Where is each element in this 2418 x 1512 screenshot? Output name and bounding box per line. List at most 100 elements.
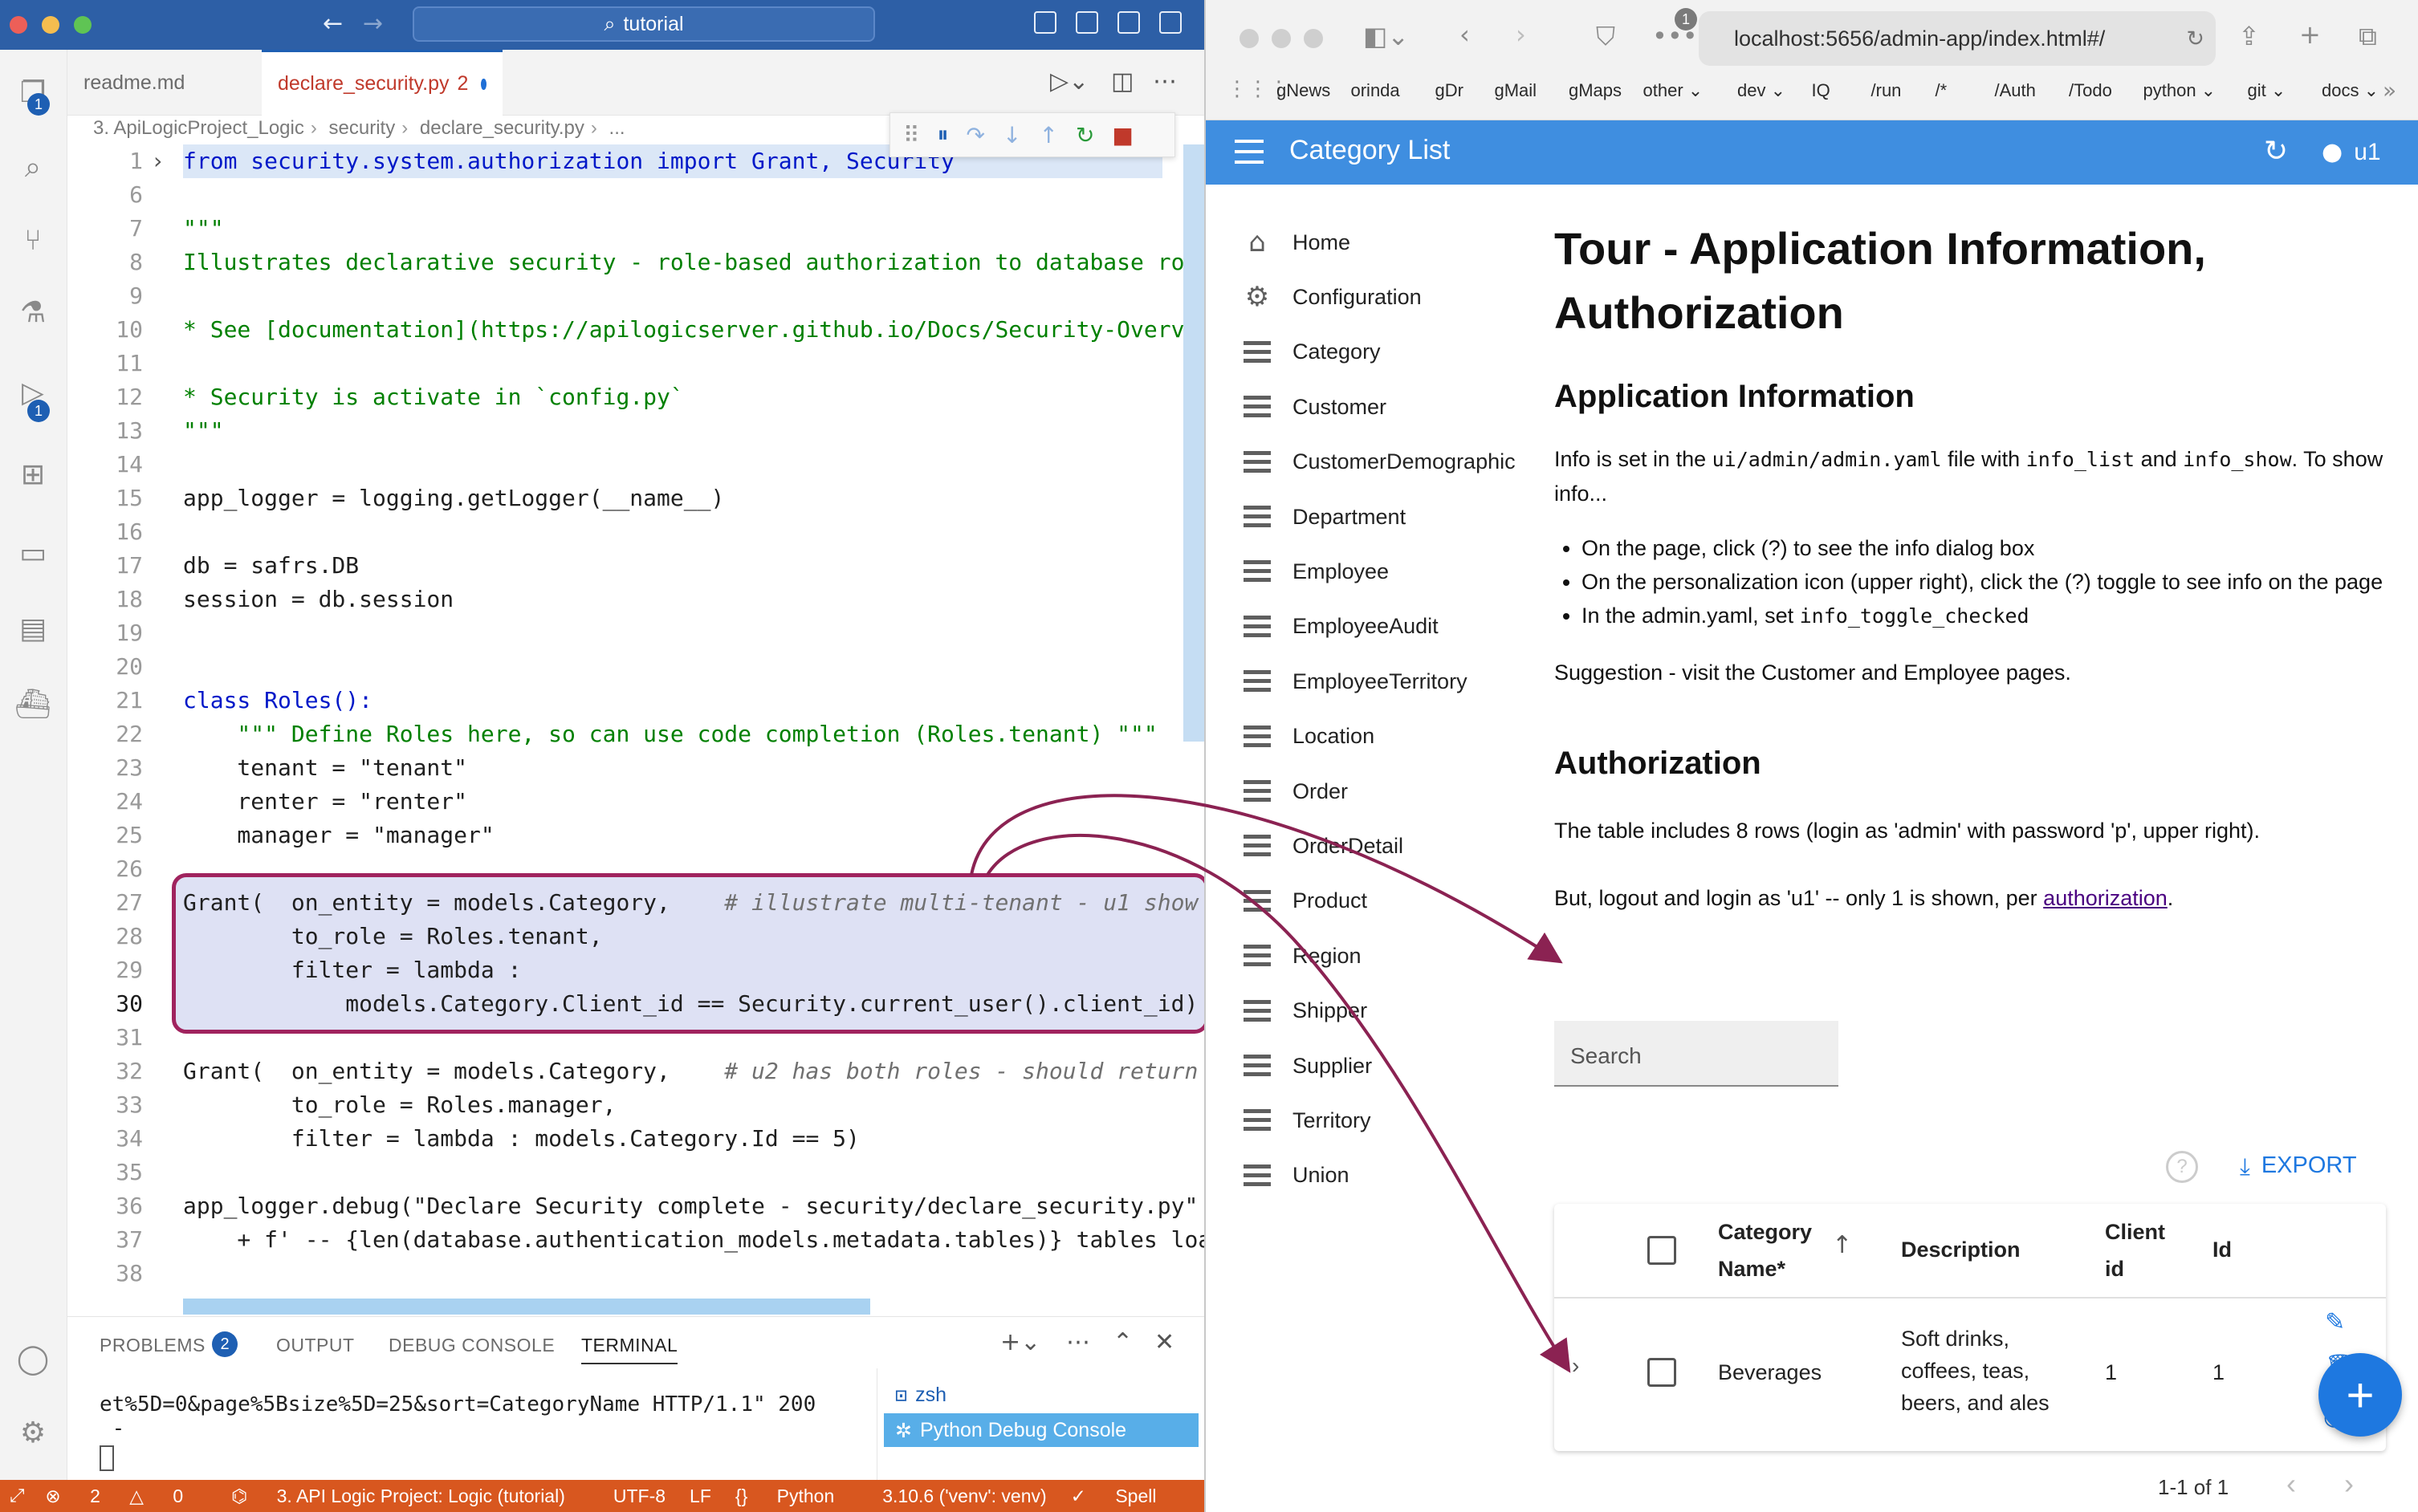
code-line[interactable]: 34 filter = lambda : models.Category.Id … — [67, 1122, 1204, 1156]
eol-status[interactable]: LF — [690, 1486, 711, 1507]
maximize-window-button[interactable] — [1304, 29, 1323, 48]
editor-scrollbar[interactable] — [1183, 144, 1204, 742]
bookmarks-overflow-icon[interactable]: » — [2383, 77, 2396, 104]
code-line[interactable]: 37 + f' -- {len(database.authentication_… — [67, 1223, 1204, 1257]
extensions-icon[interactable]: ⊞ — [14, 456, 51, 493]
language-status[interactable]: {} Python — [735, 1486, 858, 1507]
bookmark-item[interactable]: IQ — [1812, 80, 1830, 101]
code-line[interactable]: 9 — [67, 279, 1204, 313]
tab-readme[interactable]: readme.md — [67, 50, 260, 116]
sidebar-item-orderdetail[interactable]: OrderDetail — [1240, 826, 1403, 866]
close-window-button[interactable] — [10, 16, 27, 34]
sidebar-item-product[interactable]: Product — [1240, 881, 1367, 921]
sidebar-item-union[interactable]: Union — [1240, 1156, 1349, 1196]
search-input[interactable]: Search — [1554, 1021, 1838, 1087]
code-line[interactable]: 17 db = safrs.DB — [67, 549, 1204, 583]
code-line[interactable]: 10 * See [documentation](https://apilogic… — [67, 313, 1204, 347]
problems-status[interactable]: ⊗ 2 △ 0 — [45, 1486, 207, 1507]
cell-client-id[interactable]: 1 — [2105, 1356, 2117, 1388]
tab-output[interactable]: OUTPUT — [276, 1335, 355, 1356]
breadcrumb-symbol[interactable]: ... — [609, 117, 625, 139]
bookmark-item[interactable]: gDr — [1435, 80, 1463, 101]
code-line[interactable]: 7 """ — [67, 212, 1204, 246]
expand-row-chevron-icon[interactable]: › — [1572, 1353, 1579, 1379]
command-center-search[interactable]: ⌕ tutorial — [413, 6, 875, 42]
bookmark-item[interactable]: orinda — [1351, 80, 1400, 101]
step-out-icon[interactable]: ↑ — [1039, 122, 1057, 148]
edit-pencil-icon[interactable]: ✎ — [2325, 1308, 2345, 1336]
customize-layout-icon[interactable] — [1159, 11, 1182, 34]
code-line[interactable]: 8 Illustrates declarative security - role… — [67, 246, 1204, 279]
tab-debug-console[interactable]: DEBUG CONSOLE — [389, 1335, 555, 1356]
code-editor[interactable]: › 1 from security.system.authorization imp… — [67, 144, 1204, 1316]
fold-chevron-icon[interactable]: › — [151, 144, 165, 178]
share-icon[interactable]: ⇪ — [2238, 21, 2260, 51]
forward-icon[interactable]: › — [1516, 19, 1526, 50]
sidebar-item-territory[interactable]: Territory — [1240, 1100, 1371, 1140]
code-line[interactable]: 28 to_role = Roles.tenant, — [67, 920, 1204, 953]
code-line[interactable]: 15 app_logger = logging.getLogger(__name_… — [67, 482, 1204, 515]
tab-overview-grid-icon[interactable]: ⧉ — [2359, 21, 2377, 52]
editor-horizontal-scrollbar[interactable] — [183, 1299, 870, 1315]
restart-icon[interactable]: ↻ — [1076, 122, 1094, 148]
menu-hamburger-icon[interactable] — [1235, 140, 1264, 164]
code-line[interactable]: 12 * Security is activate in `config.py` — [67, 380, 1204, 414]
new-tab-icon[interactable]: + — [2299, 19, 2321, 50]
sort-ascending-icon[interactable]: ↑ — [1832, 1231, 1852, 1259]
add-fab-button[interactable]: + — [2318, 1353, 2402, 1437]
address-bar[interactable]: localhost:5656/admin-app/index.html#/ ↻ — [1699, 11, 2216, 66]
export-button[interactable]: ⤓ EXPORT — [2240, 1152, 2357, 1181]
code-line[interactable]: 36 app_logger.debug("Declare Security com… — [67, 1189, 1204, 1223]
sidebar-item-customerdemographic[interactable]: CustomerDemographic — [1240, 442, 1516, 482]
breadcrumb-file[interactable]: declare_security.py — [420, 117, 584, 139]
minimize-window-button[interactable] — [1272, 29, 1291, 48]
bookmark-item[interactable]: gNews — [1276, 80, 1330, 101]
bookmark-item[interactable]: docs ⌄ — [2322, 80, 2379, 101]
terminal-output[interactable]: et%5D=0&page%5Bsize%5D=25&sort=CategoryN… — [100, 1392, 816, 1441]
close-window-button[interactable] — [1240, 29, 1259, 48]
authorization-link[interactable]: authorization — [2043, 886, 2168, 910]
back-icon[interactable]: ‹ — [1459, 19, 1470, 50]
column-header-id[interactable]: Id — [2212, 1231, 2232, 1268]
pause-icon[interactable]: ⏸ — [938, 121, 949, 148]
toggle-panel-icon[interactable] — [1076, 11, 1098, 34]
run-file-icon[interactable]: ▷⌄ — [1050, 67, 1089, 96]
code-line[interactable]: 21 class Roles(): — [67, 684, 1204, 717]
step-into-icon[interactable]: ↓ — [1003, 122, 1021, 148]
new-terminal-icon[interactable]: +⌄ — [1000, 1328, 1040, 1356]
code-line[interactable]: 22 """ Define Roles here, so can use cod… — [67, 717, 1204, 751]
bookmark-item[interactable]: other ⌄ — [1643, 80, 1704, 101]
user-menu[interactable]: ● u1 — [2322, 138, 2381, 166]
maximize-panel-icon[interactable]: ⌃ — [1113, 1328, 1133, 1356]
sidebar-item-category[interactable]: Category — [1240, 332, 1381, 372]
close-panel-icon[interactable]: ✕ — [1154, 1328, 1174, 1356]
sidebar-item-employeeaudit[interactable]: EmployeeAudit — [1240, 607, 1439, 647]
account-icon[interactable]: ◯ — [14, 1340, 51, 1377]
spell-status[interactable]: ✓ Spell — [1071, 1486, 1181, 1507]
cell-description[interactable]: Soft drinks, coffees, teas, beers, and a… — [1901, 1323, 2078, 1419]
sidebar-item-location[interactable]: Location — [1240, 717, 1374, 757]
prev-page-icon[interactable]: ‹ — [2286, 1467, 2296, 1501]
code-line[interactable]: 23 tenant = "tenant" — [67, 751, 1204, 785]
testing-icon[interactable]: ⚗ — [14, 294, 51, 331]
bookmark-item[interactable]: git ⌄ — [2248, 80, 2286, 101]
code-line[interactable]: 27 Grant( on_entity = models.Category, # … — [67, 886, 1204, 920]
bookmark-item[interactable]: /run — [1871, 80, 1902, 101]
more-actions-icon[interactable]: ⋯ — [1066, 1328, 1090, 1356]
bookmark-item[interactable]: /Auth — [1995, 80, 2036, 101]
remote-icon[interactable]: ⤢ — [10, 1486, 24, 1506]
remote-explorer-icon[interactable]: ▭ — [14, 534, 51, 571]
refresh-icon[interactable]: ↻ — [2264, 135, 2288, 168]
code-line[interactable]: 11 — [67, 347, 1204, 380]
sidebar-item-supplier[interactable]: Supplier — [1240, 1046, 1372, 1086]
column-header-client-id[interactable]: Client id — [2105, 1213, 2169, 1287]
sidebar-item-region[interactable]: Region — [1240, 936, 1362, 976]
sidebar-item-shipper[interactable]: Shipper — [1240, 991, 1367, 1031]
notebook-icon[interactable]: ▤ — [14, 610, 51, 647]
tab-declare-security[interactable]: declare_security.py 2 — [262, 50, 503, 116]
bookmark-item[interactable]: /* — [1936, 80, 1948, 101]
drag-handle-icon[interactable]: ⠿ — [903, 122, 920, 148]
source-control-icon[interactable]: ⑂ — [14, 222, 51, 258]
code-line[interactable]: 6 — [67, 178, 1204, 212]
next-page-icon[interactable]: › — [2344, 1467, 2354, 1501]
